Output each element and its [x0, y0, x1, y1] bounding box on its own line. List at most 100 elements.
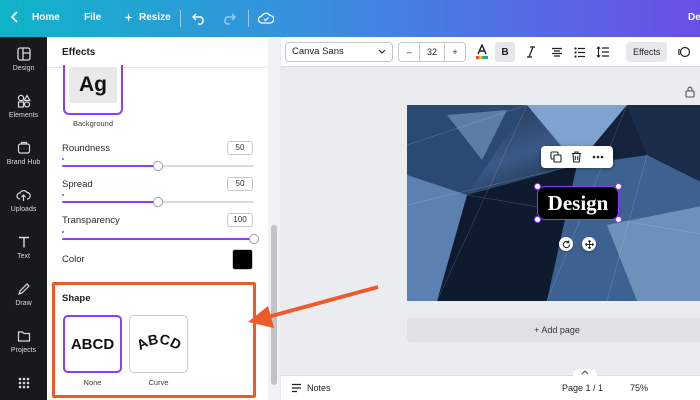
slider-min-dot	[62, 231, 64, 233]
cloud-check-icon	[257, 12, 275, 24]
font-size-stepper: – 32 +	[398, 42, 466, 62]
resize-button[interactable]: Resize	[124, 12, 171, 23]
color-label: Color	[62, 254, 85, 265]
shape-option-curve[interactable]: ABCD	[129, 315, 188, 373]
align-center-button[interactable]	[549, 42, 565, 62]
sidebar-item-label: Design	[12, 65, 35, 72]
chevron-up-icon	[581, 370, 589, 375]
sidebar-item-projects[interactable]: Projects	[0, 329, 47, 354]
more-options-button[interactable]	[592, 155, 604, 159]
background-tile-preview: Ag	[69, 67, 117, 103]
panel-title: Effects	[62, 47, 96, 58]
trash-icon	[572, 151, 582, 163]
text-toolbar: Canva Sans – 32 + B Effects	[281, 37, 700, 67]
home-button[interactable]: Home	[10, 11, 60, 23]
animate-button[interactable]	[677, 42, 691, 62]
resize-handle[interactable]	[534, 183, 541, 190]
spread-slider[interactable]	[62, 197, 254, 207]
effects-button[interactable]: Effects	[626, 42, 668, 62]
move-button[interactable]	[582, 237, 596, 251]
font-size-input[interactable]: 32	[419, 43, 445, 61]
undo-button[interactable]	[191, 11, 206, 28]
collapse-pages-button[interactable]	[573, 369, 597, 379]
spacing-button[interactable]	[595, 42, 611, 62]
spread-value-input[interactable]: 50	[227, 177, 253, 191]
color-swatch[interactable]	[232, 249, 253, 270]
italic-icon	[527, 46, 535, 58]
sidebar-item-label: Elements	[8, 112, 39, 119]
lock-icon[interactable]	[685, 86, 695, 98]
file-menu-button[interactable]: File	[84, 12, 101, 23]
text-color-icon	[476, 44, 488, 59]
zoom-level-button[interactable]: 75%	[630, 383, 648, 393]
shape-option-label: None	[83, 378, 102, 387]
curved-preview-text: ABCD	[133, 331, 183, 353]
chevron-left-icon	[10, 11, 18, 23]
roundness-slider-thumb[interactable]	[153, 161, 163, 171]
slider-min-dot	[62, 194, 64, 196]
duplicate-button[interactable]	[550, 151, 562, 163]
roundness-slider-fill	[62, 165, 158, 167]
resize-handle[interactable]	[615, 216, 622, 223]
bold-button[interactable]: B	[495, 42, 515, 62]
topbar-divider	[180, 10, 181, 27]
svg-text:ABCD: ABCD	[133, 331, 183, 353]
more-dots-icon	[592, 155, 604, 159]
font-family-select[interactable]: Canva Sans	[285, 42, 393, 62]
rotate-button[interactable]	[559, 237, 573, 251]
notes-label: Notes	[307, 383, 331, 393]
spread-slider-thumb[interactable]	[153, 197, 163, 207]
font-size-increase-button[interactable]: +	[445, 47, 465, 57]
file-label: File	[84, 12, 102, 23]
italic-button[interactable]	[523, 42, 539, 62]
sidebar-item-uploads[interactable]: Uploads	[0, 188, 47, 213]
shape-option-label: Curve	[148, 378, 169, 387]
layout-icon	[16, 47, 31, 61]
background-label: Background	[72, 119, 114, 128]
curved-text-preview: ABCD	[133, 331, 183, 353]
font-size-decrease-button[interactable]: –	[399, 47, 419, 57]
transparency-slider[interactable]	[62, 234, 259, 244]
transparency-slider-thumb[interactable]	[249, 234, 259, 244]
shape-option-none[interactable]: ABCD	[63, 315, 122, 373]
font-family-value: Canva Sans	[292, 46, 344, 57]
selected-text-element[interactable]: Design	[537, 186, 619, 220]
delete-button[interactable]	[571, 151, 582, 163]
roundness-label: Roundness	[62, 143, 111, 154]
move-arrows-icon	[584, 239, 594, 249]
sidebar-item-design[interactable]: Design	[0, 47, 47, 72]
background-effect-tile[interactable]: Ag	[63, 65, 123, 115]
design-title[interactable]: De	[688, 12, 700, 23]
add-page-button[interactable]: + Add page	[407, 318, 700, 342]
roundness-slider[interactable]	[62, 161, 254, 171]
bottom-bar: Notes Page 1 / 1 75%	[281, 369, 700, 400]
grid-dots-icon	[18, 377, 29, 389]
save-status-button[interactable]	[257, 11, 275, 28]
shapes-icon	[17, 94, 31, 108]
notes-button[interactable]: Notes	[291, 383, 331, 393]
panel-scroll-thumb[interactable]	[271, 225, 277, 385]
draw-pen-icon	[17, 283, 30, 295]
sidebar-item-elements[interactable]: Elements	[0, 94, 47, 119]
list-button[interactable]	[572, 42, 588, 62]
sidebar-item-draw[interactable]: Draw	[0, 282, 47, 307]
rotate-icon	[562, 239, 570, 248]
roundness-value-input[interactable]: 50	[227, 141, 253, 155]
resize-label: Resize	[139, 12, 171, 23]
sidebar-item-label: Uploads	[10, 206, 37, 213]
text-color-button[interactable]	[474, 42, 490, 62]
sidebar-item-brand-hub[interactable]: Brand Hub	[0, 141, 47, 166]
spread-slider-fill	[62, 201, 158, 203]
page-indicator-button[interactable]: Page 1 / 1	[562, 383, 603, 393]
line-spacing-icon	[596, 46, 609, 58]
redo-button[interactable]	[222, 11, 237, 28]
sidebar-item-text[interactable]: Text	[0, 235, 47, 260]
notes-icon	[292, 383, 301, 393]
transparency-value-input[interactable]: 100	[227, 213, 253, 227]
spread-label: Spread	[62, 179, 93, 190]
panel-scrollbar[interactable]	[268, 37, 280, 400]
left-sidebar: Design Elements Brand Hub Uploads Text D…	[0, 37, 47, 400]
sidebar-item-apps[interactable]	[0, 376, 47, 394]
resize-handle[interactable]	[615, 183, 622, 190]
resize-handle[interactable]	[534, 216, 541, 223]
